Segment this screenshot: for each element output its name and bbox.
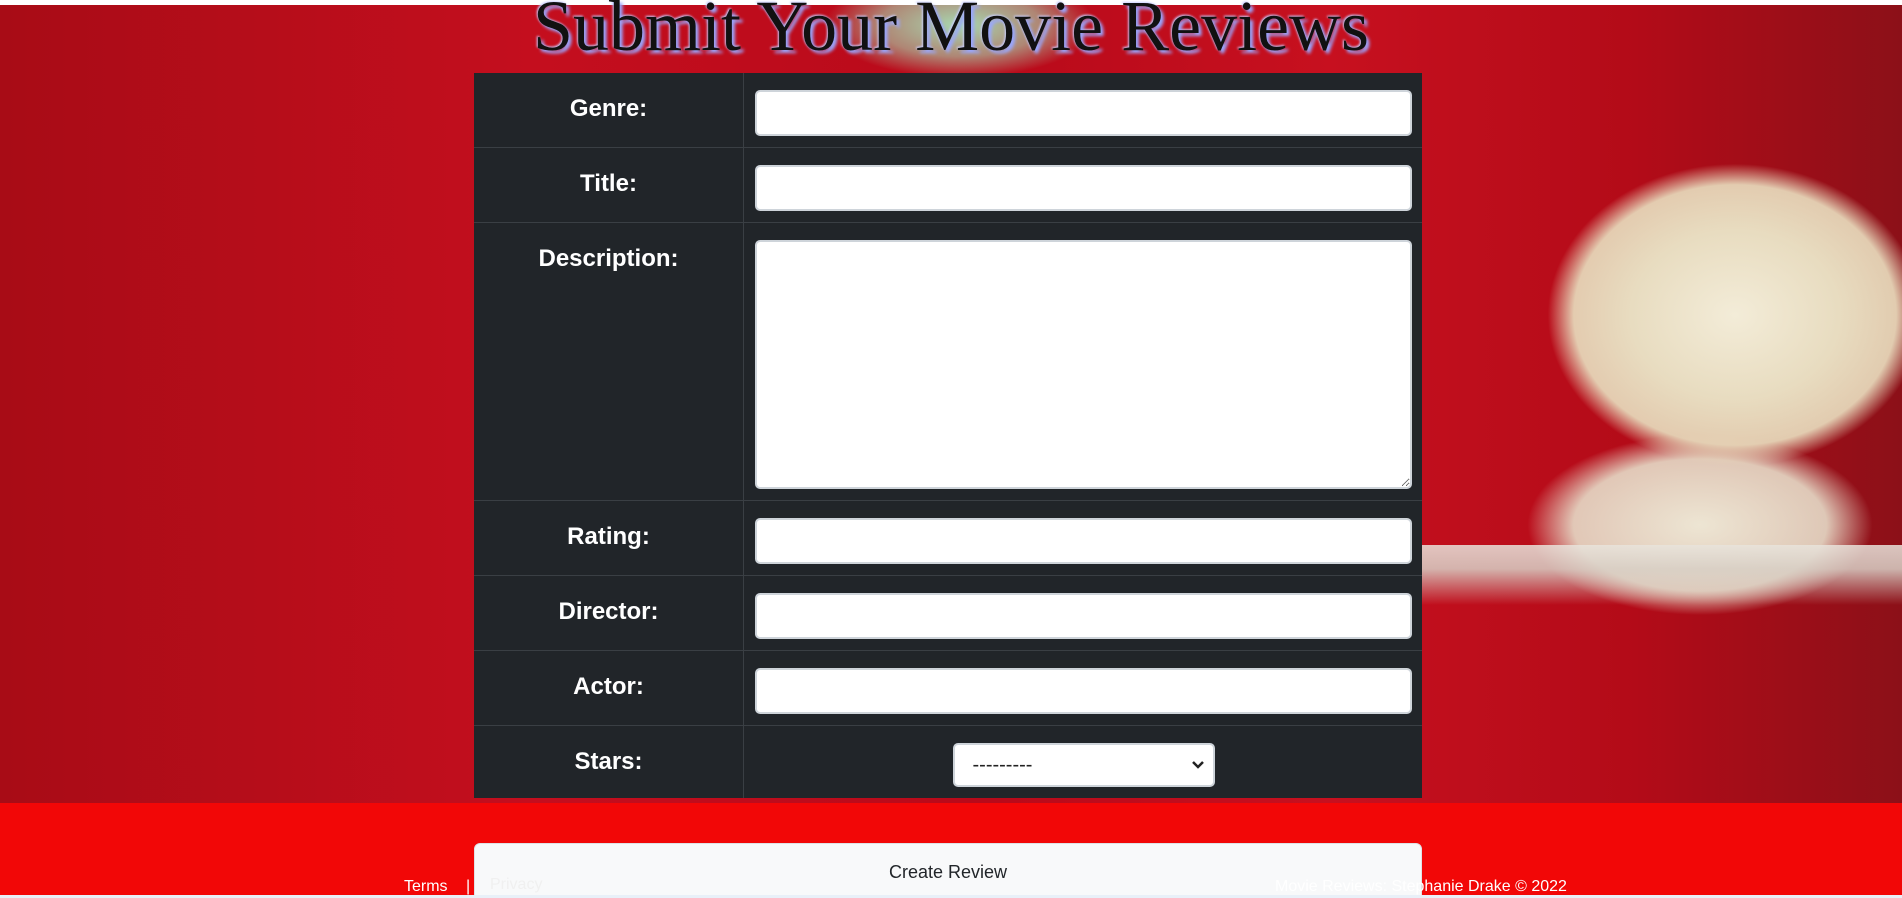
description-textarea[interactable] [755, 240, 1412, 489]
genre-field-cell [743, 73, 1422, 148]
page: Submit Your Movie Reviews Genre: Title: … [0, 0, 1902, 898]
copyright-text: Movie Reviews: Stephanie Drake © 2022 [1275, 878, 1567, 895]
form-row-actor: Actor: [474, 650, 1422, 726]
actor-input[interactable] [755, 668, 1412, 714]
rating-label-cell: Rating: [474, 500, 744, 576]
form-row-description: Description: [474, 222, 1422, 501]
stars-selected-value: --------- [972, 754, 1033, 776]
chevron-down-icon [1191, 745, 1205, 801]
genre-label: Genre: [569, 95, 648, 122]
form-row-genre: Genre: [474, 73, 1422, 148]
director-label: Director: [558, 598, 659, 625]
footer-separator: | [466, 878, 471, 895]
stars-label: Stars: [574, 748, 643, 775]
form-row-rating: Rating: [474, 500, 1422, 576]
title-label-cell: Title: [474, 147, 744, 223]
rating-input[interactable] [755, 518, 1412, 564]
description-label: Description: [538, 245, 679, 272]
rating-label: Rating: [567, 523, 650, 550]
rating-field-cell [743, 500, 1422, 576]
director-field-cell [743, 575, 1422, 651]
form-row-director: Director: [474, 575, 1422, 651]
privacy-link[interactable]: Privacy [490, 876, 542, 894]
director-label-cell: Director: [474, 575, 744, 651]
terms-link[interactable]: Terms [404, 878, 448, 896]
actor-label-cell: Actor: [474, 650, 744, 726]
stars-label-cell: Stars: [474, 725, 744, 798]
form-row-title: Title: [474, 147, 1422, 223]
form-row-stars: Stars: --------- [474, 725, 1423, 799]
title-label: Title: [580, 170, 637, 197]
page-title: Submit Your Movie Reviews [532, 0, 1370, 66]
director-input[interactable] [755, 593, 1412, 639]
actor-label: Actor: [573, 673, 644, 700]
genre-label-cell: Genre: [474, 73, 744, 148]
title-field-cell [743, 147, 1422, 223]
description-label-cell: Description: [474, 222, 744, 501]
stars-field-cell: --------- [744, 726, 1423, 799]
actor-field-cell [743, 650, 1422, 726]
review-form-table: Genre: Title: Description: Rating: Direc… [474, 73, 1422, 798]
title-input[interactable] [755, 165, 1412, 211]
genre-input[interactable] [755, 90, 1412, 136]
description-field-cell [743, 222, 1422, 501]
stars-select[interactable]: --------- [952, 743, 1215, 787]
